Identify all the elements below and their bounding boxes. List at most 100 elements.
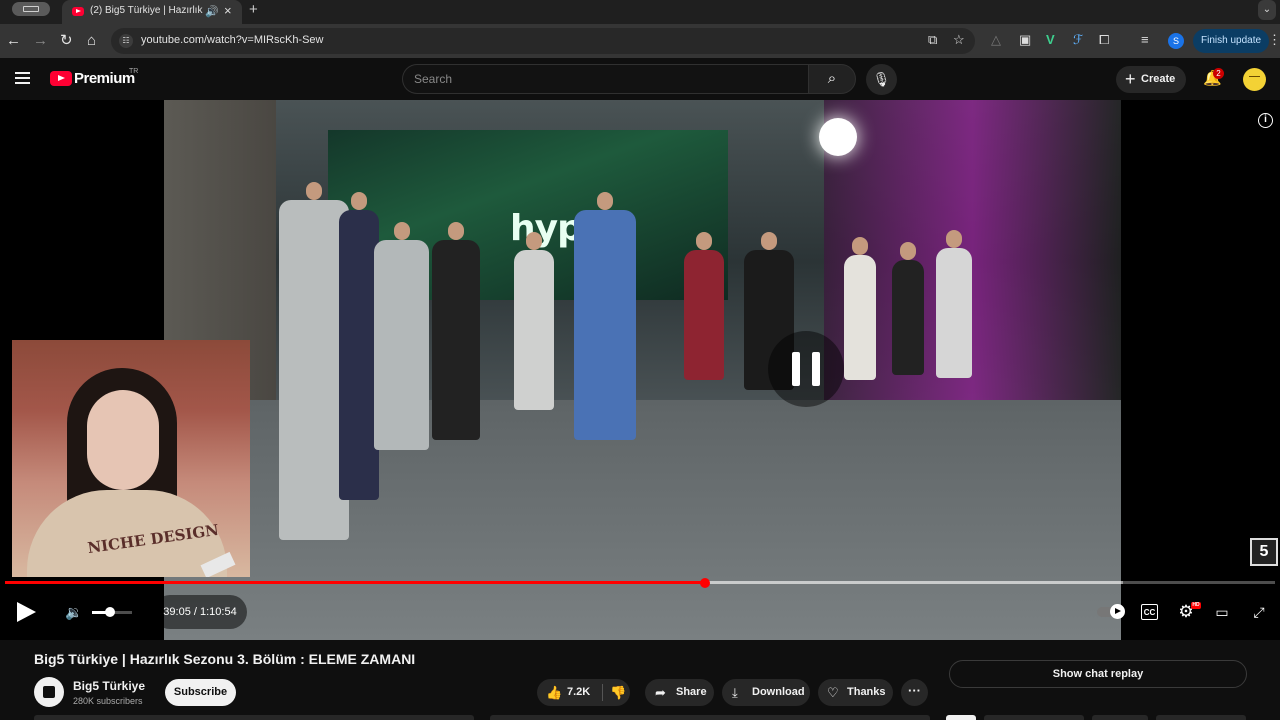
download-button[interactable]: ⤓ Download: [722, 679, 810, 706]
channel-name[interactable]: Big5 Türkiye: [73, 679, 145, 693]
pause-bar-icon: [792, 352, 800, 386]
chip-edge: [1092, 715, 1148, 720]
video-person: [432, 222, 480, 440]
youtube-masthead: Premium TR ⌕ 🎙 Create 🔔 2: [0, 58, 1280, 100]
bookmark-star-icon[interactable]: ☆: [953, 32, 965, 48]
volume-slider[interactable]: [92, 607, 132, 617]
description-box-edge: [34, 715, 474, 720]
hd-badge: HD: [1191, 602, 1201, 609]
video-player[interactable]: hype NICHE DESIGN i 5 🔉 39:05 / 1:10:54 …: [0, 100, 1280, 640]
subscribe-button[interactable]: Subscribe: [165, 679, 236, 706]
video-title: Big5 Türkiye | Hazırlık Sezonu 3. Bölüm …: [34, 651, 416, 667]
chip-edge: [1156, 715, 1246, 720]
address-bar[interactable]: ☷ youtube.com/watch?v=MIRscKh-Sew ⧉ ☆: [111, 28, 975, 54]
pause-bar-icon: [812, 352, 820, 386]
search-button[interactable]: ⌕: [808, 64, 856, 94]
tab-search-icon[interactable]: [12, 2, 50, 16]
thanks-heart-icon: ♡: [827, 685, 839, 700]
volume-icon[interactable]: 🔉: [65, 604, 82, 621]
close-tab-icon[interactable]: ×: [224, 3, 232, 18]
youtube-logo-icon[interactable]: [50, 71, 72, 86]
video-person: [374, 222, 429, 450]
video-person: [844, 237, 876, 380]
browser-tab-active[interactable]: (2) Big5 Türkiye | Hazırlık 🔊 ×: [62, 0, 242, 24]
video-person: [514, 232, 554, 410]
extension-translate-icon[interactable]: ▣: [1019, 32, 1031, 48]
fullscreen-icon[interactable]: ⤢: [1249, 602, 1269, 622]
tab-list-chevron-icon[interactable]: ⌄: [1258, 0, 1276, 20]
new-tab-button[interactable]: +: [249, 1, 258, 18]
url-text[interactable]: youtube.com/watch?v=MIRscKh-Sew: [141, 34, 324, 46]
finish-update-button[interactable]: Finish update: [1193, 29, 1269, 53]
like-separator: [602, 684, 603, 701]
thumbs-up-icon[interactable]: 👍: [546, 679, 562, 706]
notification-badge: 2: [1213, 68, 1224, 79]
hamburger-menu-icon[interactable]: [15, 72, 30, 84]
back-arrow-icon[interactable]: ←: [6, 32, 21, 50]
browser-menu-icon[interactable]: ⋮: [1268, 32, 1280, 48]
theater-mode-icon[interactable]: ▭: [1212, 602, 1232, 622]
info-icon[interactable]: i: [1258, 113, 1273, 128]
account-avatar[interactable]: [1243, 68, 1266, 91]
progress-bar[interactable]: [5, 578, 1275, 588]
volume-thumb[interactable]: [105, 607, 115, 617]
create-button[interactable]: Create: [1116, 66, 1186, 93]
channel-watermark-logo[interactable]: 5: [1250, 538, 1278, 566]
subtitles-button[interactable]: CC: [1141, 604, 1158, 620]
share-arrow-icon: ➦: [655, 685, 666, 700]
more-actions-icon[interactable]: ···: [901, 679, 928, 706]
extensions-puzzle-icon[interactable]: ⧠: [1099, 32, 1109, 48]
thumbs-down-icon[interactable]: 👎: [610, 679, 626, 706]
video-frame[interactable]: hype: [164, 100, 1121, 640]
tab-audio-icon[interactable]: 🔊: [205, 5, 219, 18]
chip-edge: [984, 715, 1084, 720]
like-count[interactable]: 7.2K: [567, 679, 590, 706]
microphone-icon: 🎙: [872, 71, 891, 87]
forward-arrow-icon[interactable]: →: [33, 32, 48, 50]
streamer-facecam: NICHE DESIGN: [12, 340, 250, 577]
search-input[interactable]: [403, 65, 808, 93]
share-button[interactable]: ➦ Share: [645, 679, 714, 706]
reading-list-icon[interactable]: ≡: [1141, 32, 1149, 47]
show-chat-replay-button[interactable]: Show chat replay: [949, 660, 1247, 688]
video-scene-lamp: [819, 118, 857, 156]
facecam-shirt: NICHE DESIGN: [27, 490, 227, 577]
progress-played: [5, 581, 705, 584]
facecam-face: [87, 390, 159, 490]
autoplay-toggle[interactable]: [1095, 597, 1125, 627]
search-box: [402, 64, 808, 94]
video-person: [339, 192, 379, 500]
volume-control: 🔉: [53, 595, 147, 629]
download-label: Download: [752, 686, 805, 698]
search-icon: ⌕: [827, 70, 837, 87]
home-icon[interactable]: ⌂: [87, 32, 96, 50]
extension-drive-icon[interactable]: △: [991, 32, 1001, 48]
tab-title: (2) Big5 Türkiye | Hazırlık: [90, 5, 203, 16]
site-info-icon[interactable]: ☷: [119, 34, 133, 48]
chip-edge: [946, 715, 976, 720]
facecam-shirt-text: NICHE DESIGN: [86, 520, 220, 558]
description-box-edge: [490, 715, 930, 720]
cast-install-icon[interactable]: ⧉: [928, 32, 937, 48]
video-person: [684, 232, 724, 380]
thanks-label: Thanks: [847, 686, 886, 698]
youtube-premium-logo-text[interactable]: Premium: [74, 70, 135, 87]
youtube-favicon-icon: [72, 7, 84, 16]
play-icon[interactable]: [17, 602, 36, 622]
subscriber-count: 280K subscribers: [73, 696, 143, 706]
profile-avatar[interactable]: S: [1168, 33, 1184, 49]
pause-overlay[interactable]: [768, 331, 844, 407]
progress-scrubber[interactable]: [699, 578, 710, 588]
voice-search-button[interactable]: 🎙: [866, 64, 897, 95]
video-person: [936, 230, 972, 378]
thanks-button[interactable]: ♡ Thanks: [818, 679, 893, 706]
extension-text-icon[interactable]: ℱ: [1073, 32, 1083, 48]
country-code: TR: [129, 68, 139, 75]
reload-icon[interactable]: ↻: [60, 32, 73, 50]
extension-v-icon[interactable]: V: [1046, 32, 1055, 47]
time-display: 39:05 / 1:10:54: [153, 595, 247, 629]
like-dislike-group: 👍 7.2K 👎: [537, 679, 630, 706]
browser-toolbar: ← → ↻ ⌂ ☷ youtube.com/watch?v=MIRscKh-Se…: [0, 24, 1280, 58]
channel-avatar[interactable]: [34, 677, 64, 707]
video-person: [574, 192, 636, 440]
